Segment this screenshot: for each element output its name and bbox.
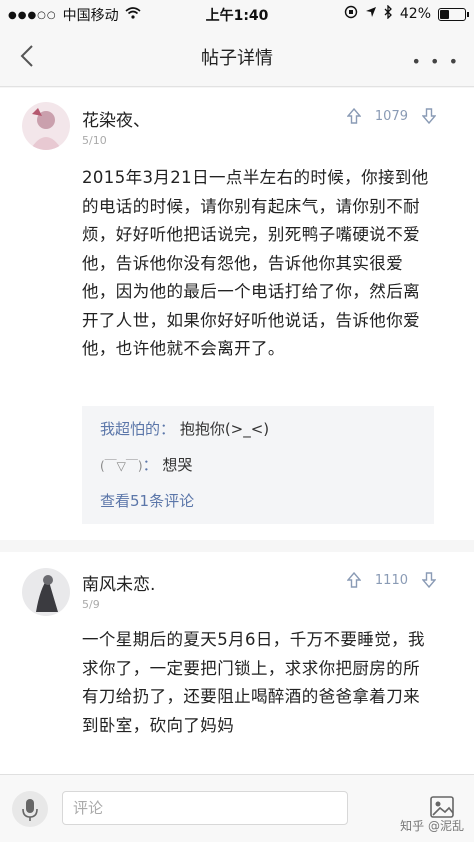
watermark: 知乎 @泥乱 xyxy=(400,819,464,833)
vote-control: 1079 xyxy=(346,108,436,124)
bluetooth-icon xyxy=(384,4,393,23)
vote-control: 1110 xyxy=(346,572,436,588)
post-body: 一个星期后的夏天5月6日，千万不要睡觉，我求你了，一定要把门锁上，求求你把厨房的… xyxy=(82,630,425,735)
page-title: 帖子详情 xyxy=(201,48,273,69)
microphone-icon[interactable] xyxy=(12,791,48,827)
author-name[interactable]: 花染夜、 xyxy=(82,106,150,131)
post-date: 5/10 xyxy=(82,134,107,147)
avatar[interactable] xyxy=(22,102,70,150)
comment-text: 想哭 xyxy=(162,456,193,474)
view-comments-link[interactable]: 查看51条评论 xyxy=(100,490,194,511)
downvote-icon[interactable] xyxy=(422,572,436,588)
avatar[interactable] xyxy=(22,568,70,616)
comment-item: (￣▽￣)： 想哭 xyxy=(100,456,193,474)
rotation-lock-icon xyxy=(344,5,358,23)
battery-icon xyxy=(438,7,469,21)
post-body: 2015年3月21日一点半左右的时候，你接到他的电话的时候，请你别有起床气，请你… xyxy=(82,168,429,358)
post-card: 花染夜、 5/10 1079 2015年3月21日一点半左右的时候，你接到他的电… xyxy=(0,88,474,540)
comment-preview[interactable]: 我超怕的： 抱抱你(>_<) (￣▽￣)： 想哭 查看51条评论 xyxy=(82,406,434,524)
upvote-icon[interactable] xyxy=(346,108,361,124)
upvote-icon[interactable] xyxy=(346,572,361,588)
author-name[interactable]: 南风未恋. xyxy=(82,570,155,595)
comment-item: 我超怕的： 抱抱你(>_<) xyxy=(100,420,270,438)
post-date: 5/9 xyxy=(82,598,100,611)
status-right: 42% xyxy=(344,4,469,23)
nav-bar: 帖子详情 • • • xyxy=(0,26,474,87)
vote-count: 1079 xyxy=(374,108,408,124)
comment-text: 抱抱你(>_<) xyxy=(179,420,270,438)
vote-count: 1110 xyxy=(374,572,408,588)
comment-user[interactable]: 我超怕的 xyxy=(100,420,160,438)
location-icon xyxy=(365,6,377,22)
comment-input[interactable]: 评论 xyxy=(62,791,348,825)
battery-percent: 42% xyxy=(399,6,431,22)
downvote-icon[interactable] xyxy=(422,108,436,124)
more-options-icon[interactable]: • • • xyxy=(412,52,460,71)
bottom-bar: 评论 知乎 @泥乱 xyxy=(0,774,474,842)
status-bar: ●●●○○ 中国移动 上午1:40 42% xyxy=(0,0,474,26)
comment-user[interactable]: (￣▽￣) xyxy=(100,459,143,473)
post-card: 南风未恋. 5/9 1110 一个星期后的夏天5月6日，千万不要睡觉，我求你了，… xyxy=(0,552,474,774)
